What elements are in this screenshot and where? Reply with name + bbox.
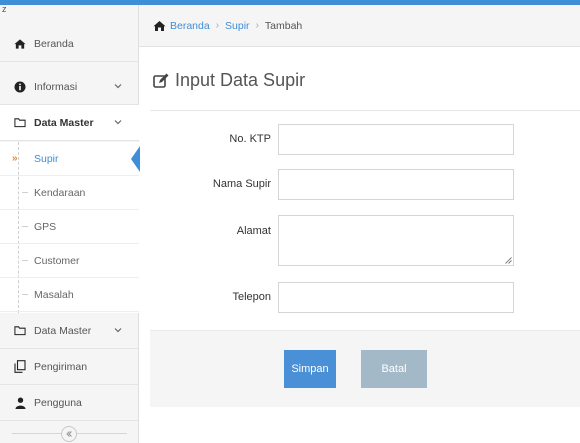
folder-icon (14, 324, 26, 338)
telepon-label: Telepon (232, 291, 271, 303)
submenu-item-label: Kendaraan (34, 186, 86, 199)
nama-input[interactable] (278, 169, 514, 200)
title-divider (150, 110, 580, 111)
home-icon (14, 37, 26, 51)
sidebar-collapse-row (0, 423, 139, 443)
submenu-item-customer[interactable]: Customer (0, 244, 139, 278)
save-button[interactable]: Simpan (284, 350, 336, 388)
sidebar-item-label: Data Master (34, 116, 94, 129)
sidebar-top-text: z (2, 4, 7, 14)
chevron-down-icon (114, 84, 122, 89)
sidebar-item-informasi[interactable]: Informasi (0, 69, 139, 105)
page-title: Input Data Supir (153, 70, 305, 91)
data-master-submenu: » Supir Kendaraan GPS Customer Masalah (0, 142, 140, 313)
copy-icon (14, 360, 26, 374)
sidebar-item-beranda[interactable]: Beranda (0, 26, 139, 62)
sidebar-item-label: Pengguna (34, 396, 82, 409)
sidebar: z Beranda Informasi Data Master » Supir … (0, 4, 140, 443)
edit-icon (153, 73, 169, 89)
sidebar-collapse-button[interactable] (61, 426, 77, 442)
breadcrumb: Beranda › Supir › Tambah (139, 5, 580, 47)
ktp-label: No. KTP (229, 133, 271, 145)
sidebar-item-label: Data Master (34, 324, 92, 337)
breadcrumb-link-supir[interactable]: Supir (225, 20, 250, 32)
submenu-item-label: GPS (34, 220, 57, 233)
active-arrow-icon: » (12, 153, 18, 164)
resize-grip-icon[interactable] (505, 257, 512, 264)
submenu-item-kendaraan[interactable]: Kendaraan (0, 176, 139, 210)
breadcrumb-current: Tambah (264, 19, 303, 32)
chevron-down-icon (114, 120, 122, 125)
sidebar-item-data-master-2[interactable]: Data Master (0, 313, 139, 349)
submenu-item-label: Customer (34, 254, 80, 267)
alamat-textarea[interactable] (278, 215, 514, 266)
chevron-down-icon (114, 328, 122, 333)
tree-connector (22, 226, 28, 227)
sidebar-item-pengguna[interactable]: Pengguna (0, 385, 139, 421)
submenu-item-label: Supir (34, 152, 59, 165)
submenu-item-masalah[interactable]: Masalah (0, 278, 139, 312)
submenu-item-label: Masalah (34, 288, 74, 301)
active-pointer-icon (131, 146, 140, 172)
home-icon (153, 20, 166, 32)
ktp-input[interactable] (278, 124, 514, 155)
sidebar-item-data-master[interactable]: Data Master (0, 105, 139, 141)
sidebar-item-label: Informasi (34, 80, 78, 93)
sidebar-item-label: Beranda (34, 37, 74, 50)
breadcrumb-link-beranda[interactable]: Beranda (170, 20, 210, 32)
tree-connector (22, 260, 28, 261)
alamat-label: Alamat (236, 225, 271, 237)
double-chevron-left-icon (66, 431, 72, 437)
telepon-input[interactable] (278, 282, 514, 313)
nama-label: Nama Supir (212, 178, 271, 190)
tree-connector (22, 294, 28, 295)
submenu-item-gps[interactable]: GPS (0, 210, 139, 244)
submenu-item-supir[interactable]: » Supir (0, 142, 140, 176)
tree-connector (22, 192, 28, 193)
info-icon (14, 80, 26, 94)
sidebar-item-label: Pengiriman (34, 360, 88, 373)
breadcrumb-separator-icon: › (255, 20, 259, 31)
sidebar-item-pengiriman[interactable]: Pengiriman (0, 349, 139, 385)
breadcrumb-separator-icon: › (215, 20, 220, 31)
cancel-button[interactable]: Batal (361, 350, 427, 388)
user-icon (14, 396, 26, 410)
folder-open-icon (14, 116, 26, 130)
page-title-text: Input Data Supir (175, 70, 306, 90)
